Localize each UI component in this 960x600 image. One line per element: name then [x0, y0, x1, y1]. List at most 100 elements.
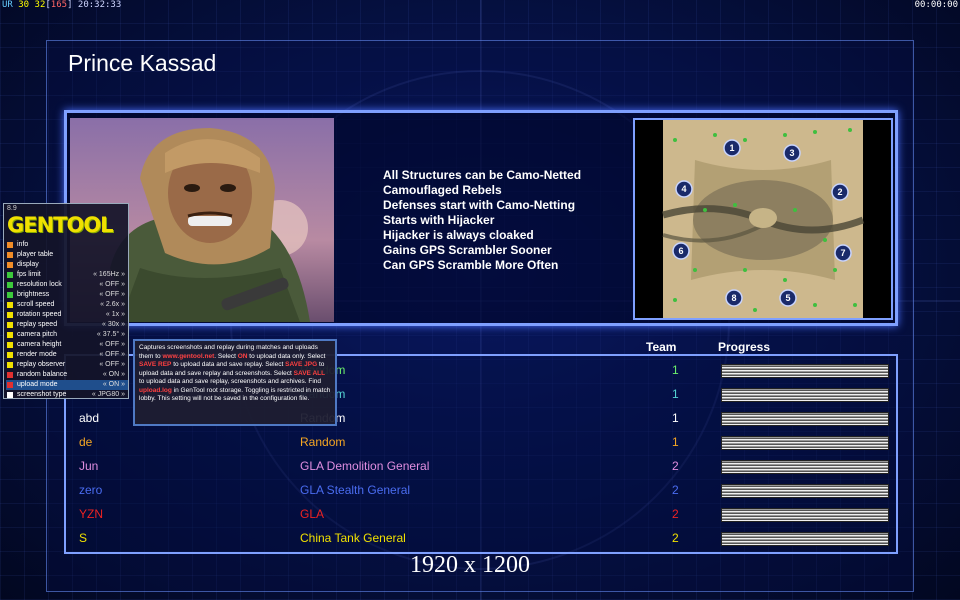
option-label: random balance: [17, 371, 68, 378]
player-faction: GLA Demolition General: [300, 459, 430, 473]
option-color-swatch: [7, 292, 13, 298]
team-column-header: Team: [646, 340, 677, 354]
option-color-swatch: [7, 382, 13, 388]
option-value[interactable]: « OFF »: [99, 290, 125, 300]
tooltip-text: to upload data and save replay. Select: [171, 361, 286, 368]
option-color-swatch: [7, 282, 13, 288]
tooltip-file: upload.log: [139, 386, 172, 394]
player-name: zero: [79, 483, 103, 497]
player-row: YZN GLA 2: [66, 503, 900, 527]
feature-line: Camouflaged Rebels: [383, 183, 502, 197]
option-value[interactable]: « JPG80 »: [92, 390, 125, 400]
gentool-option-display[interactable]: display: [6, 260, 128, 270]
player-row: de Random 1: [66, 431, 900, 455]
clock: 20:32:33: [77, 0, 122, 10]
overlay-topbar: UR 30 32[165] 20:32:33 00:00:00: [0, 0, 960, 12]
gentool-option-camera-height[interactable]: camera height « OFF »: [6, 340, 128, 350]
gentool-option-brightness[interactable]: brightness « OFF »: [6, 290, 128, 300]
option-value[interactable]: « OFF »: [99, 350, 125, 360]
fps-value: 30: [18, 0, 30, 10]
gentool-options: info player table display fps limit « 165Hz …: [6, 240, 128, 400]
option-label: brightness: [17, 291, 50, 298]
feature-line: Gains GPS Scrambler Sooner: [383, 243, 552, 257]
player-team: 1: [672, 411, 679, 425]
gentool-option-replay-observer[interactable]: replay observer « OFF »: [6, 360, 128, 370]
tooltip-link: www.gentool.net: [162, 352, 215, 360]
start-label: 8: [731, 293, 736, 303]
option-value[interactable]: « 37.5° »: [97, 330, 125, 340]
option-label: camera pitch: [17, 331, 58, 338]
option-label: display: [17, 261, 39, 268]
start-label: 1: [729, 143, 734, 153]
player-faction: China Tank General: [300, 531, 406, 545]
tooltip-option: SAVE REP: [139, 361, 172, 368]
player-progress-bar: [721, 412, 889, 426]
player-name: YZN: [79, 507, 103, 521]
gentool-option-info[interactable]: info: [6, 240, 128, 250]
player-faction: GLA Stealth General: [300, 483, 411, 497]
gentool-option-render-mode[interactable]: render mode « OFF »: [6, 350, 128, 360]
gentool-option-rotation-speed[interactable]: rotation speed « 1x »: [6, 310, 128, 320]
ur-label: UR: [2, 0, 13, 10]
option-value[interactable]: « OFF »: [99, 280, 125, 290]
feature-line: Can GPS Scramble More Often: [383, 258, 559, 272]
option-value[interactable]: « 165Hz »: [93, 270, 125, 280]
start-label: 6: [678, 246, 683, 256]
option-value[interactable]: « OFF »: [99, 360, 125, 370]
option-color-swatch: [7, 352, 13, 358]
option-label: render mode: [17, 351, 57, 358]
feature-line: Defenses start with Camo-Netting: [383, 198, 576, 212]
option-color-swatch: [7, 332, 13, 338]
start-label: 4: [681, 184, 686, 194]
option-value[interactable]: « ON »: [103, 380, 125, 390]
option-color-swatch: [7, 342, 13, 348]
player-faction: GLA: [300, 507, 325, 521]
option-color-swatch: [7, 312, 13, 318]
gentool-option-random-balance[interactable]: random balance « ON »: [6, 370, 128, 380]
player-team: 1: [672, 387, 679, 401]
gentool-option-resolution-lock[interactable]: resolution lock « OFF »: [6, 280, 128, 290]
gentool-option-replay-speed[interactable]: replay speed « 30x »: [6, 320, 128, 330]
option-value[interactable]: « 1x »: [106, 310, 125, 320]
option-color-swatch: [7, 322, 13, 328]
gentool-tooltip: Captures screenshots and replay during m…: [133, 339, 337, 426]
gentool-option-fps-limit[interactable]: fps limit « 165Hz »: [6, 270, 128, 280]
player-row: zero GLA Stealth General 2: [66, 479, 900, 503]
player-name: abd: [79, 411, 100, 425]
player-team: 1: [672, 435, 679, 449]
player-name: S: [79, 531, 88, 545]
option-label: camera height: [17, 341, 62, 348]
option-value[interactable]: « 30x »: [102, 320, 125, 330]
player-progress-bar: [721, 436, 889, 450]
option-label: upload mode: [17, 381, 58, 388]
player-team: 1: [672, 363, 679, 377]
option-color-swatch: [7, 252, 13, 258]
option-value[interactable]: « 2.6x »: [100, 300, 125, 310]
fps-cap: 32: [34, 0, 46, 10]
option-color-swatch: [7, 302, 13, 308]
gentool-option-player-table[interactable]: player table: [6, 250, 128, 260]
feature-line: All Structures can be Camo-Netted: [383, 168, 582, 182]
option-label: replay speed: [17, 321, 58, 328]
gentool-option-camera-pitch[interactable]: camera pitch « 37.5° »: [6, 330, 128, 340]
gentool-option-upload-mode[interactable]: upload mode « ON »: [6, 380, 128, 390]
tooltip-text: to upload data only. Select: [247, 352, 326, 360]
general-title: Prince Kassad: [68, 50, 217, 76]
option-value[interactable]: « ON »: [103, 370, 125, 380]
gentool-option-scroll-speed[interactable]: scroll speed « 2.6x »: [6, 300, 128, 310]
player-progress-bar: [721, 532, 889, 546]
gentool-version: 8.9: [7, 205, 17, 212]
start-label: 2: [837, 187, 842, 197]
player-name: de: [79, 435, 93, 449]
gentool-option-screenshot-type[interactable]: screenshot type « JPG80 »: [6, 390, 128, 400]
option-color-swatch: [7, 392, 13, 398]
gentool-logo: GENTOOL: [7, 213, 114, 237]
player-name: Jun: [79, 459, 99, 473]
option-label: replay observer: [17, 361, 66, 368]
tooltip-text: . Select: [214, 352, 238, 360]
option-value[interactable]: « OFF »: [99, 340, 125, 350]
player-team: 2: [672, 483, 679, 497]
option-color-swatch: [7, 372, 13, 378]
max-fps: 165: [50, 0, 68, 10]
progress-column-header: Progress: [718, 340, 771, 354]
